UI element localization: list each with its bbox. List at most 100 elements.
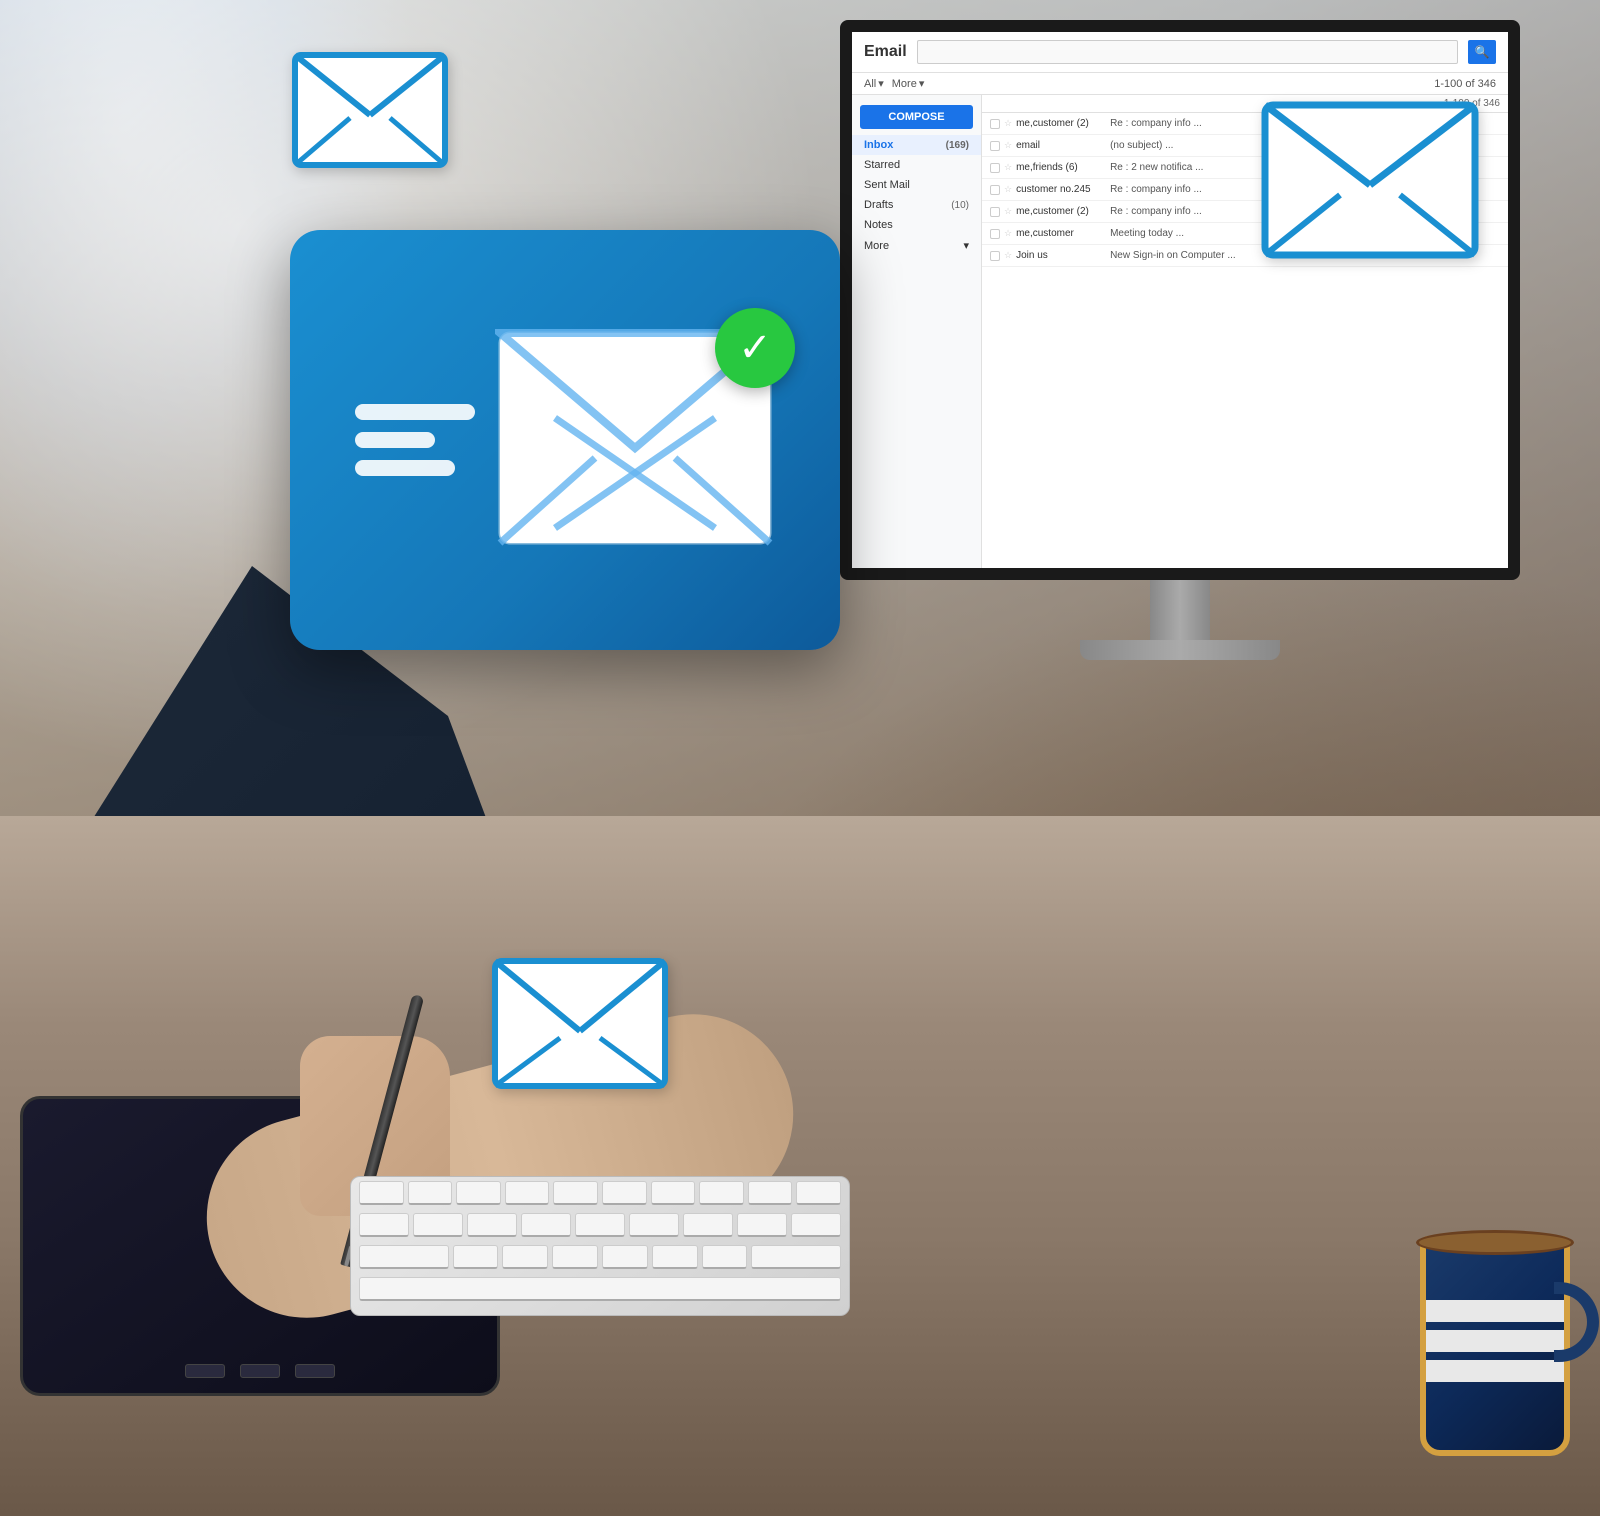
email-checkbox[interactable] bbox=[990, 207, 1000, 217]
all-dropdown[interactable]: All ▾ bbox=[864, 77, 884, 90]
sidebar-more-label: More bbox=[864, 240, 963, 252]
key bbox=[651, 1181, 696, 1205]
star-icon[interactable]: ☆ bbox=[1004, 250, 1012, 261]
motion-line-1 bbox=[355, 404, 475, 420]
sidebar-item-more[interactable]: More ▾ bbox=[852, 235, 981, 256]
tablet-button-1 bbox=[185, 1364, 225, 1378]
key bbox=[602, 1245, 648, 1269]
email-sender: email bbox=[1016, 140, 1106, 151]
tablet-button-2 bbox=[240, 1364, 280, 1378]
main-card-content: ✓ bbox=[355, 328, 775, 553]
key bbox=[359, 1181, 404, 1205]
key bbox=[408, 1181, 453, 1205]
checkmark-icon: ✓ bbox=[738, 325, 772, 371]
key bbox=[652, 1245, 698, 1269]
email-checkbox[interactable] bbox=[990, 251, 1000, 261]
monitor-stand-base bbox=[1080, 640, 1280, 660]
envelope-bottom-center bbox=[490, 956, 670, 1096]
keyboard-row-2 bbox=[351, 1209, 849, 1241]
key bbox=[521, 1213, 571, 1237]
key bbox=[702, 1245, 748, 1269]
motion-line-3 bbox=[355, 460, 455, 476]
email-sender: me,customer (2) bbox=[1016, 206, 1106, 217]
email-app-title: Email bbox=[864, 43, 907, 61]
tablet-buttons bbox=[185, 1364, 335, 1378]
email-checkbox[interactable] bbox=[990, 229, 1000, 239]
sidebar-drafts-label: Drafts bbox=[864, 199, 951, 211]
key bbox=[791, 1213, 841, 1237]
more-dropdown[interactable]: More ▾ bbox=[892, 77, 925, 90]
email-sender: customer no.245 bbox=[1016, 184, 1106, 195]
star-icon[interactable]: ☆ bbox=[1004, 118, 1012, 129]
sidebar-item-drafts[interactable]: Drafts (10) bbox=[852, 195, 981, 215]
key bbox=[699, 1181, 744, 1205]
sidebar-item-inbox[interactable]: Inbox (169) bbox=[852, 135, 981, 155]
all-label: All bbox=[864, 78, 876, 90]
key bbox=[748, 1181, 793, 1205]
star-icon[interactable]: ☆ bbox=[1004, 140, 1012, 151]
mug-top bbox=[1416, 1230, 1574, 1255]
email-sender: me,customer (2) bbox=[1016, 118, 1106, 129]
motion-lines bbox=[355, 404, 475, 476]
sidebar-item-sent[interactable]: Sent Mail bbox=[852, 175, 981, 195]
keyboard-row-1 bbox=[351, 1177, 849, 1209]
key bbox=[359, 1277, 841, 1301]
tablet-button-3 bbox=[295, 1364, 335, 1378]
email-search-bar[interactable] bbox=[917, 40, 1458, 64]
key bbox=[467, 1213, 517, 1237]
star-icon[interactable]: ☆ bbox=[1004, 206, 1012, 217]
mug-body bbox=[1420, 1236, 1570, 1456]
sidebar-inbox-label: Inbox bbox=[864, 139, 946, 151]
sidebar-drafts-count: (10) bbox=[951, 200, 969, 211]
email-sender: me,friends (6) bbox=[1016, 162, 1106, 173]
success-checkmark-badge: ✓ bbox=[715, 308, 795, 388]
key bbox=[553, 1181, 598, 1205]
sidebar-sent-label: Sent Mail bbox=[864, 179, 969, 191]
email-sender: me,customer bbox=[1016, 228, 1106, 239]
sidebar-inbox-count: (169) bbox=[946, 140, 969, 151]
main-email-card: ✓ bbox=[290, 230, 840, 650]
search-button[interactable]: 🔍 bbox=[1468, 40, 1496, 64]
large-envelope-container: ✓ bbox=[495, 328, 775, 553]
key bbox=[359, 1245, 449, 1269]
key bbox=[505, 1181, 550, 1205]
key bbox=[552, 1245, 598, 1269]
mug-stripe-1 bbox=[1426, 1300, 1564, 1322]
mug-stripe-2 bbox=[1426, 1330, 1564, 1352]
email-checkbox[interactable] bbox=[990, 163, 1000, 173]
key bbox=[575, 1213, 625, 1237]
envelope-top-right bbox=[1260, 100, 1480, 265]
key bbox=[502, 1245, 548, 1269]
more-label: More bbox=[892, 78, 917, 90]
keyboard-row-3 bbox=[351, 1241, 849, 1273]
compose-button[interactable]: COMPOSE bbox=[860, 105, 973, 129]
sidebar-item-notes[interactable]: Notes bbox=[852, 215, 981, 235]
star-icon[interactable]: ☆ bbox=[1004, 184, 1012, 195]
email-checkbox[interactable] bbox=[990, 119, 1000, 129]
key bbox=[629, 1213, 679, 1237]
email-header: Email 🔍 bbox=[852, 32, 1508, 73]
motion-line-2 bbox=[355, 432, 435, 448]
key bbox=[796, 1181, 841, 1205]
email-sidebar: COMPOSE Inbox (169) Starred Sent Mail Dr… bbox=[852, 95, 982, 568]
keyboard-row-4 bbox=[351, 1273, 849, 1305]
sidebar-notes-label: Notes bbox=[864, 219, 969, 231]
star-icon[interactable]: ☆ bbox=[1004, 162, 1012, 173]
key bbox=[453, 1245, 499, 1269]
keyboard bbox=[350, 1176, 850, 1316]
key bbox=[456, 1181, 501, 1205]
key bbox=[683, 1213, 733, 1237]
envelope-top-left bbox=[290, 50, 450, 175]
chevron-down-icon: ▾ bbox=[963, 239, 969, 252]
key bbox=[359, 1213, 409, 1237]
email-count: 1-100 of 346 bbox=[1434, 78, 1496, 90]
email-checkbox[interactable] bbox=[990, 185, 1000, 195]
email-checkbox[interactable] bbox=[990, 141, 1000, 151]
key bbox=[602, 1181, 647, 1205]
star-icon[interactable]: ☆ bbox=[1004, 228, 1012, 239]
sidebar-item-starred[interactable]: Starred bbox=[852, 155, 981, 175]
all-arrow: ▾ bbox=[878, 77, 884, 90]
key bbox=[413, 1213, 463, 1237]
more-arrow: ▾ bbox=[919, 77, 925, 90]
email-sender: Join us bbox=[1016, 250, 1106, 261]
